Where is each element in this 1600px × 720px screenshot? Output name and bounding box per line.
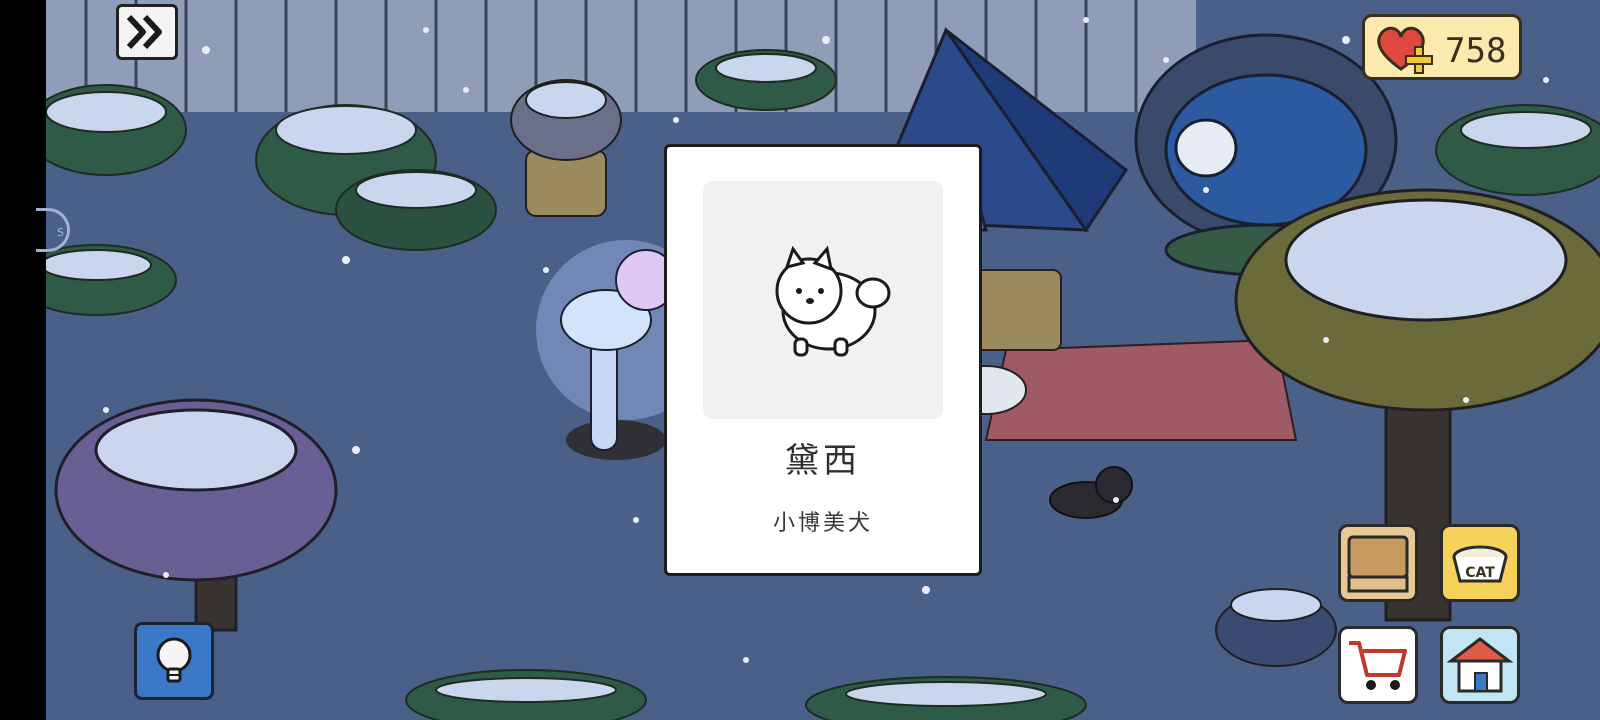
lightbulb-icon (156, 637, 192, 683)
pet-breed: 小博美犬 (772, 511, 873, 536)
currency-value: 758 (1445, 31, 1507, 71)
flower-basket (510, 79, 622, 217)
heart-plus-icon (1377, 26, 1433, 74)
currency-badge[interactable]: 758 (1362, 14, 1522, 80)
cat-food-bowl-icon: CAT (1452, 545, 1508, 583)
cardboard-box-icon (1347, 535, 1409, 593)
home-button[interactable] (1440, 626, 1520, 704)
pet-info-card[interactable]: 黛西 小博美犬 (664, 144, 982, 576)
tree-stump (1215, 588, 1337, 667)
game-screen: S 758 黛西 小博美犬 CAT (0, 0, 1600, 720)
double-chevron-right-icon (126, 14, 162, 50)
shop-button[interactable] (1338, 626, 1418, 704)
hint-button[interactable] (134, 622, 214, 700)
pet-portrait (703, 181, 943, 419)
pet-name: 黛西 (785, 441, 861, 481)
food-bowl-label: CAT (1465, 565, 1495, 581)
food-bowl-button[interactable]: CAT (1440, 524, 1520, 602)
goodies-box-button[interactable] (1338, 524, 1418, 602)
side-tab-label: S (57, 226, 64, 239)
fast-forward-button[interactable] (116, 4, 178, 60)
house-icon (1446, 637, 1514, 693)
pomeranian-dog-icon (775, 245, 891, 357)
shopping-cart-icon (1349, 641, 1407, 690)
